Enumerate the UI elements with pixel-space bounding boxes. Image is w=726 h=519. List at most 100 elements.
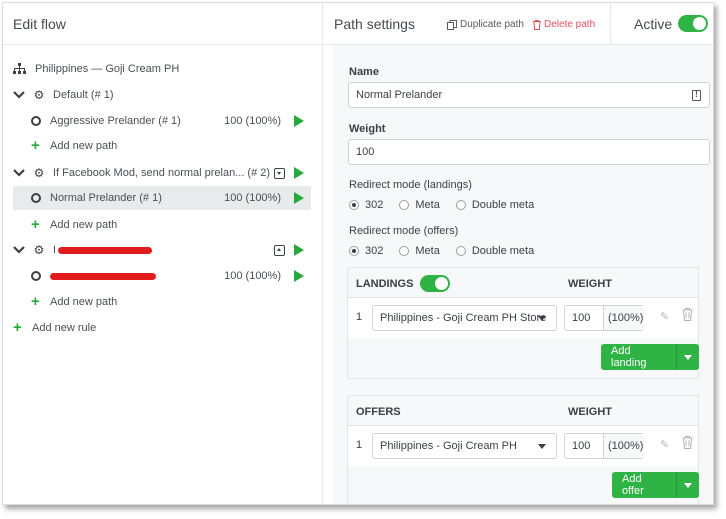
delete-path-button[interactable]: Delete path bbox=[533, 19, 595, 30]
landings-weight-header: WEIGHT bbox=[568, 278, 612, 290]
path-name: Aggressive Prelander (# 1) bbox=[50, 115, 181, 127]
active-toggle[interactable] bbox=[678, 15, 708, 32]
play-icon[interactable] bbox=[294, 192, 304, 204]
offers-section: OFFERS WEIGHT 1 Philippines - Goji Cream… bbox=[347, 395, 699, 504]
offers-header: OFFERS WEIGHT bbox=[348, 396, 698, 426]
offers-title: OFFERS bbox=[356, 406, 401, 418]
add-landing-button[interactable]: Add landing bbox=[601, 344, 699, 370]
radio-302[interactable]: 302 bbox=[349, 199, 383, 211]
play-icon[interactable] bbox=[294, 167, 304, 179]
add-path-label: Add new path bbox=[50, 140, 118, 152]
panel-title: Path settings bbox=[334, 16, 415, 32]
radio-double-meta[interactable]: Double meta bbox=[455, 199, 534, 211]
radio-button[interactable] bbox=[399, 246, 410, 256]
radio-meta[interactable]: Meta bbox=[399, 199, 440, 211]
landing-weight-percent: (100%) bbox=[603, 306, 644, 330]
name-input[interactable]: Normal Prelander ! bbox=[348, 82, 710, 108]
add-rule-button[interactable]: + Add new rule bbox=[13, 316, 311, 340]
landing-row: 1 Philippines - Goji Cream PH Store 100 … bbox=[348, 298, 698, 338]
radio-button[interactable] bbox=[455, 246, 466, 256]
offer-select[interactable]: Philippines - Goji Cream PH bbox=[372, 433, 557, 459]
path-settings-panel: Path settings Duplicate path Delete path… bbox=[323, 3, 713, 504]
add-path-button[interactable]: + Add new path bbox=[13, 290, 311, 314]
redirect-landings-label: Redirect mode (landings) bbox=[349, 179, 472, 191]
plus-icon: + bbox=[31, 293, 40, 310]
landings-footer: Add landing bbox=[348, 338, 699, 378]
radio-button[interactable] bbox=[349, 246, 359, 256]
add-offer-button[interactable]: Add offer bbox=[612, 472, 699, 498]
landings-section: LANDINGS WEIGHT 1 Philippines - Goji Cre… bbox=[347, 267, 699, 379]
flow-tree-panel: Edit flow Philippines — Goji Cream PH ⚙ … bbox=[3, 3, 323, 504]
chevron-down-icon[interactable] bbox=[675, 472, 700, 498]
path-circle-icon bbox=[31, 193, 41, 203]
path-weight: 100 (100%) bbox=[224, 115, 281, 127]
sitemap-icon bbox=[13, 63, 26, 75]
path-name: Normal Prelander (# 1) bbox=[50, 192, 162, 204]
pencil-icon[interactable]: ✎ bbox=[660, 310, 671, 323]
path-aggressive-prelander[interactable]: Aggressive Prelander (# 1) 100 (100%) bbox=[13, 109, 311, 133]
add-path-label: Add new path bbox=[50, 296, 118, 308]
offer-select-value: Philippines - Goji Cream PH bbox=[380, 440, 517, 452]
radio-button[interactable] bbox=[399, 200, 410, 210]
move-up-icon[interactable] bbox=[274, 244, 285, 256]
chevron-down-icon[interactable] bbox=[676, 344, 699, 370]
redirect-offers-label: Redirect mode (offers) bbox=[349, 225, 459, 237]
landing-weight-input[interactable]: 100 (100%) bbox=[564, 305, 644, 331]
offers-footer: Add offer bbox=[348, 466, 699, 504]
play-icon[interactable] bbox=[294, 115, 304, 127]
radio-label: Double meta bbox=[471, 245, 535, 257]
header-divider bbox=[610, 3, 611, 45]
duplicate-path-button[interactable]: Duplicate path bbox=[447, 19, 524, 30]
radio-double-meta[interactable]: Double meta bbox=[455, 245, 535, 257]
add-path-button[interactable]: + Add new path bbox=[13, 213, 311, 237]
radio-meta[interactable]: Meta bbox=[399, 245, 440, 257]
offer-row: 1 Philippines - Goji Cream PH 100 (100%)… bbox=[348, 426, 698, 466]
delete-path-label: Delete path bbox=[544, 19, 596, 30]
gear-icon: ⚙ bbox=[33, 88, 45, 102]
chevron-down-icon[interactable] bbox=[13, 89, 25, 101]
plus-icon: + bbox=[31, 216, 40, 233]
move-down-icon[interactable] bbox=[274, 167, 285, 179]
play-icon[interactable] bbox=[294, 244, 304, 256]
path-settings-header: Path settings Duplicate path Delete path… bbox=[323, 3, 713, 45]
landings-toggle[interactable] bbox=[420, 275, 450, 292]
radio-button[interactable] bbox=[455, 200, 466, 210]
chevron-down-icon[interactable] bbox=[13, 244, 25, 256]
weight-input[interactable]: 100 bbox=[348, 139, 710, 165]
trash-icon[interactable] bbox=[682, 436, 693, 449]
radio-button[interactable] bbox=[349, 200, 359, 210]
rule-redacted[interactable]: ⚙ I bbox=[13, 238, 311, 262]
rule-default[interactable]: ⚙ Default (# 1) bbox=[13, 83, 311, 107]
path-circle-icon bbox=[31, 271, 41, 281]
duplicate-path-label: Duplicate path bbox=[460, 19, 524, 30]
campaign-name: Philippines — Goji Cream PH bbox=[35, 63, 180, 75]
row-index: 1 bbox=[356, 311, 363, 323]
landing-select-value: Philippines - Goji Cream PH Store bbox=[380, 312, 547, 324]
add-path-label: Add new path bbox=[50, 219, 118, 231]
pencil-icon[interactable]: ✎ bbox=[660, 438, 671, 451]
plus-icon: + bbox=[31, 137, 40, 154]
offer-weight-percent: (100%) bbox=[603, 434, 644, 458]
campaign-root[interactable]: Philippines — Goji Cream PH bbox=[13, 57, 311, 81]
name-input-value: Normal Prelander bbox=[356, 89, 443, 101]
field-info-icon: ! bbox=[692, 90, 701, 101]
chevron-down-icon[interactable] bbox=[13, 167, 25, 179]
active-label: Active bbox=[634, 16, 673, 32]
gear-icon: ⚙ bbox=[33, 243, 45, 257]
landing-select[interactable]: Philippines - Goji Cream PH Store bbox=[372, 305, 557, 331]
add-offer-label: Add offer bbox=[622, 473, 644, 497]
trash-icon bbox=[533, 19, 541, 30]
offer-weight-input[interactable]: 100 (100%) bbox=[564, 433, 644, 459]
panel-title: Edit flow bbox=[3, 3, 322, 45]
radio-302[interactable]: 302 bbox=[349, 245, 383, 257]
landing-weight-value: 100 bbox=[572, 312, 591, 324]
play-icon[interactable] bbox=[294, 270, 304, 282]
path-normal-prelander[interactable]: Normal Prelander (# 1) 100 (100%) bbox=[13, 186, 311, 210]
radio-label: Meta bbox=[415, 199, 440, 211]
trash-icon[interactable] bbox=[682, 308, 693, 321]
path-redacted[interactable]: 100 (100%) bbox=[13, 264, 311, 288]
add-path-button[interactable]: + Add new path bbox=[13, 134, 311, 158]
weight-input-value: 100 bbox=[356, 146, 375, 158]
flow-editor-window: Edit flow Philippines — Goji Cream PH ⚙ … bbox=[2, 2, 714, 505]
rule-facebook-mod[interactable]: ⚙ If Facebook Mod, send normal prelan...… bbox=[13, 161, 311, 185]
